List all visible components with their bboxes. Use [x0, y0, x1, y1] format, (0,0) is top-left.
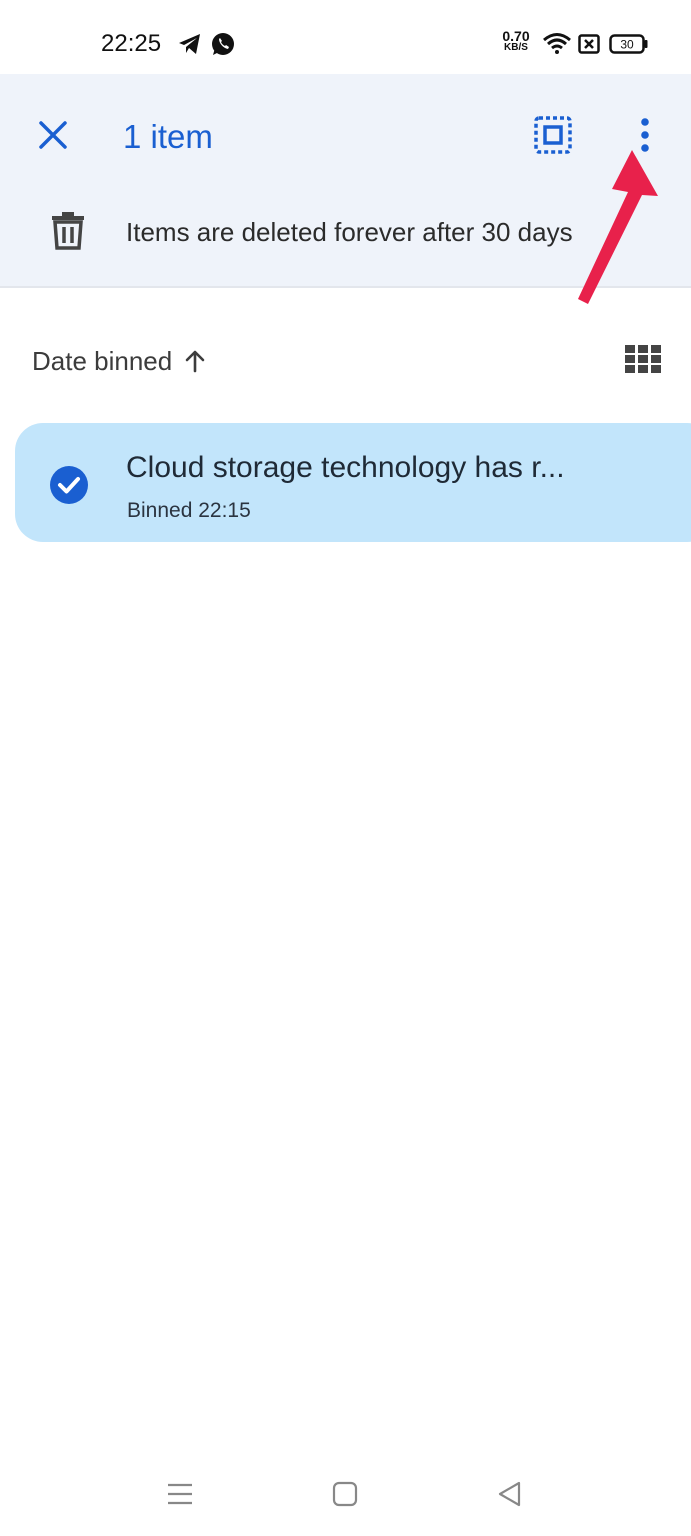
grid-view-icon: [625, 344, 661, 378]
selection-count: 1 item: [123, 118, 213, 155]
select-all-icon: [534, 115, 572, 159]
selected-check-icon[interactable]: [49, 465, 89, 505]
trash-icon: [50, 210, 86, 255]
home-button[interactable]: [325, 1476, 365, 1516]
status-bar: 22:25 0.70 KB/S 30: [0, 0, 691, 74]
sort-label: Date binned: [32, 346, 173, 376]
note-binned-time: Binned 22:15: [127, 499, 251, 522]
network-speed-value: 0.70: [502, 28, 530, 44]
battery-level: 30: [620, 38, 634, 52]
recents-button[interactable]: [160, 1476, 200, 1516]
bin-notice-text: Items are deleted forever after 30 days: [126, 217, 573, 247]
battery-icon: 30: [609, 34, 649, 59]
navigation-bar: [0, 1450, 691, 1536]
note-title: Cloud storage technology has r...: [126, 451, 565, 484]
network-speed: 0.70 KB/S: [497, 28, 535, 54]
back-button[interactable]: [490, 1476, 530, 1516]
telegram-icon: [178, 33, 202, 60]
menu-icon: [167, 1482, 193, 1511]
whatsapp-icon: [210, 31, 236, 62]
note-card[interactable]: Cloud storage technology has r... Binned…: [15, 423, 691, 542]
sort-control[interactable]: Date binned: [32, 343, 206, 379]
close-icon: [38, 120, 68, 155]
close-selection-button[interactable]: [26, 110, 80, 164]
sim-off-icon: [578, 34, 600, 59]
annotation-arrow-icon: [570, 148, 660, 308]
arrow-up-icon: [184, 349, 206, 373]
back-icon: [497, 1481, 523, 1512]
status-time: 22:25: [101, 30, 162, 57]
wifi-icon: [542, 32, 572, 59]
grid-view-button[interactable]: [620, 340, 666, 382]
home-icon: [332, 1481, 358, 1512]
